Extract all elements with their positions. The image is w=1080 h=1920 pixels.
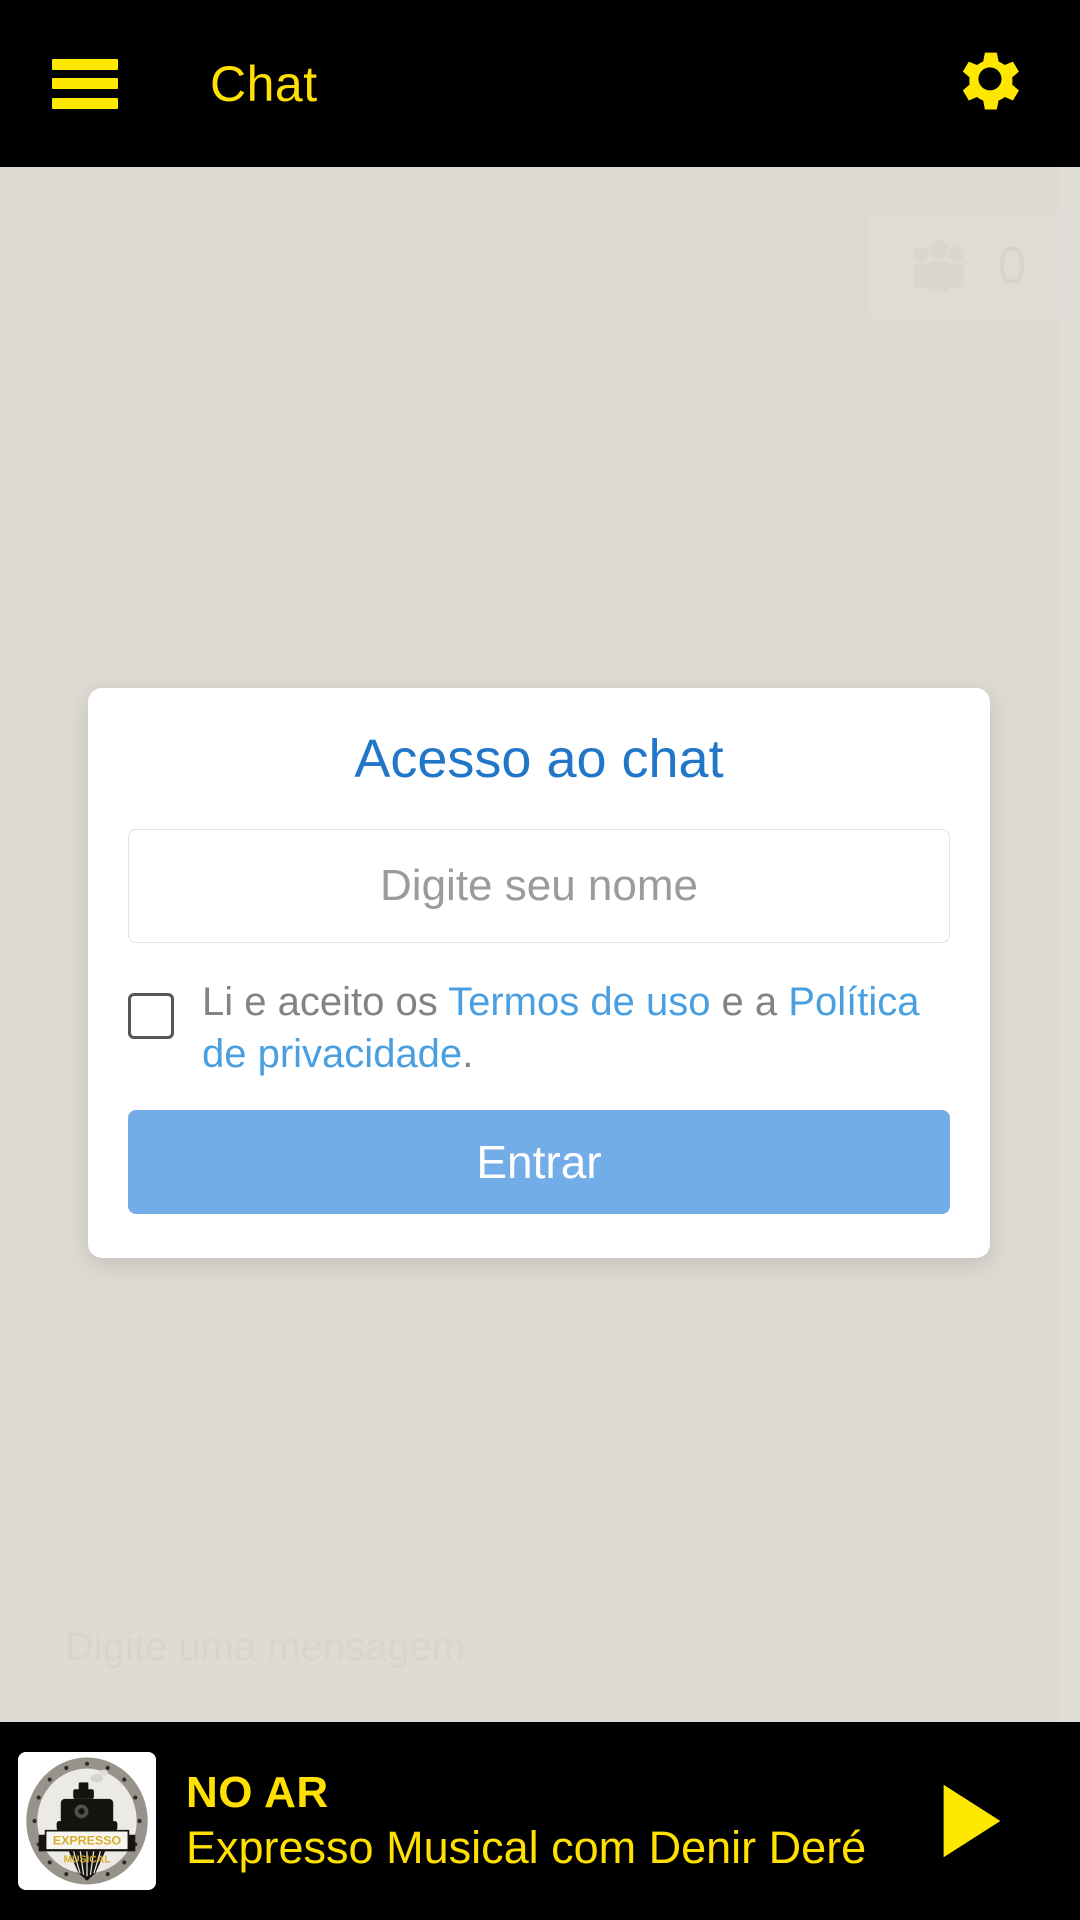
- terms-prefix: Li e aceito os: [202, 980, 449, 1025]
- player-info: NO AR Expresso Musical com Denir Deré: [186, 1768, 924, 1874]
- enter-button[interactable]: Entrar: [128, 1109, 950, 1214]
- on-air-status: NO AR: [186, 1767, 329, 1817]
- gear-icon[interactable]: [944, 38, 1036, 130]
- album-art: EXPRESSO MUSICAL: [18, 1752, 156, 1890]
- play-button[interactable]: [924, 1773, 1020, 1869]
- page-title: Chat: [210, 55, 318, 112]
- svg-text:MUSICAL: MUSICAL: [63, 1854, 110, 1865]
- terms-acceptance-row: Li e aceito os Termos de uso e a Polític…: [128, 977, 950, 1079]
- hamburger-bar-1: [52, 58, 118, 70]
- terms-checkbox[interactable]: [128, 993, 174, 1040]
- app-root: Chat 0: [0, 0, 1080, 1920]
- app-header: Chat: [0, 0, 1080, 167]
- play-icon: [933, 1780, 1011, 1862]
- radio-player-bar: EXPRESSO MUSICAL NO AR Expresso Musical …: [0, 1722, 1080, 1920]
- terms-of-use-link[interactable]: Termos de uso: [448, 980, 710, 1024]
- terms-suffix: .: [462, 1031, 474, 1076]
- svg-text:EXPRESSO: EXPRESSO: [53, 1833, 122, 1847]
- hamburger-bar-3: [52, 97, 118, 109]
- chat-access-modal: Acesso ao chat Li e aceito os Termos de …: [88, 688, 990, 1258]
- modal-title: Acesso ao chat: [354, 729, 724, 789]
- hamburger-bar-2: [52, 78, 118, 89]
- hamburger-menu-icon[interactable]: [52, 58, 118, 109]
- terms-text: Li e aceito os Termos de uso e a Polític…: [202, 977, 950, 1079]
- name-input[interactable]: [128, 829, 950, 944]
- program-title: Expresso Musical com Denir Deré: [186, 1822, 867, 1874]
- train-logo-icon: EXPRESSO MUSICAL: [18, 1752, 156, 1890]
- terms-middle: e a: [710, 980, 789, 1025]
